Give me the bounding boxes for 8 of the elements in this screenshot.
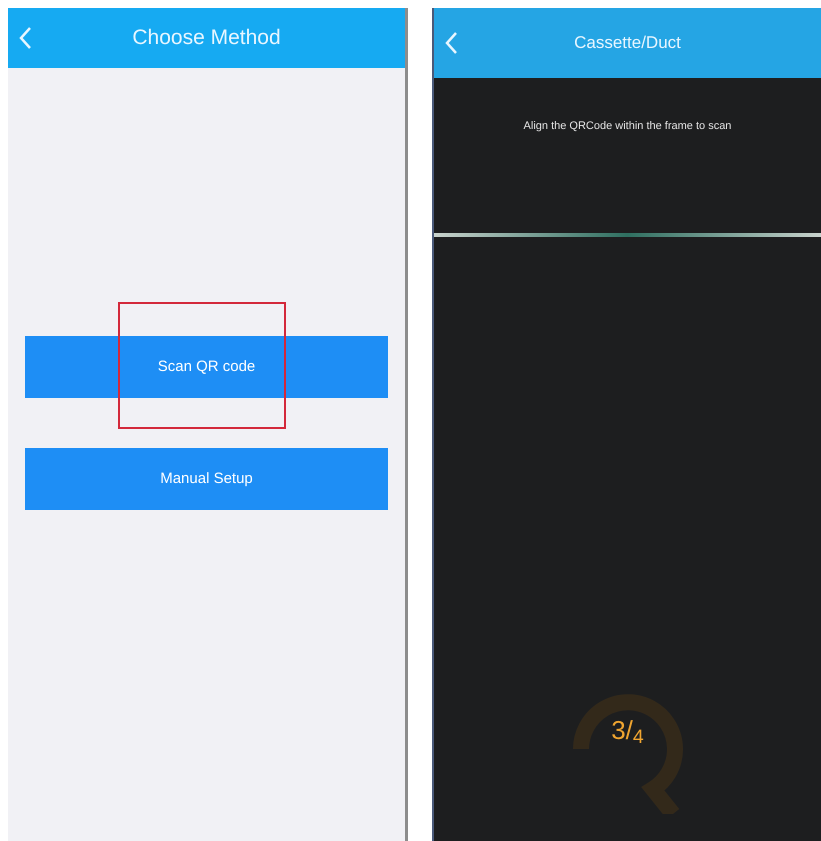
method-button[interactable]: Scan QR code xyxy=(25,336,388,398)
scan-instruction: Align the QRCode within the frame to scan xyxy=(524,119,732,134)
back-icon[interactable] xyxy=(18,26,32,50)
header-title: Choose Method xyxy=(131,25,282,52)
step-indicator: 3/$_{4}$ xyxy=(611,714,644,750)
method-button[interactable]: Manual Setup xyxy=(25,448,388,510)
header-title: Cassette/Duct xyxy=(573,32,682,54)
back-icon[interactable] xyxy=(444,31,458,55)
